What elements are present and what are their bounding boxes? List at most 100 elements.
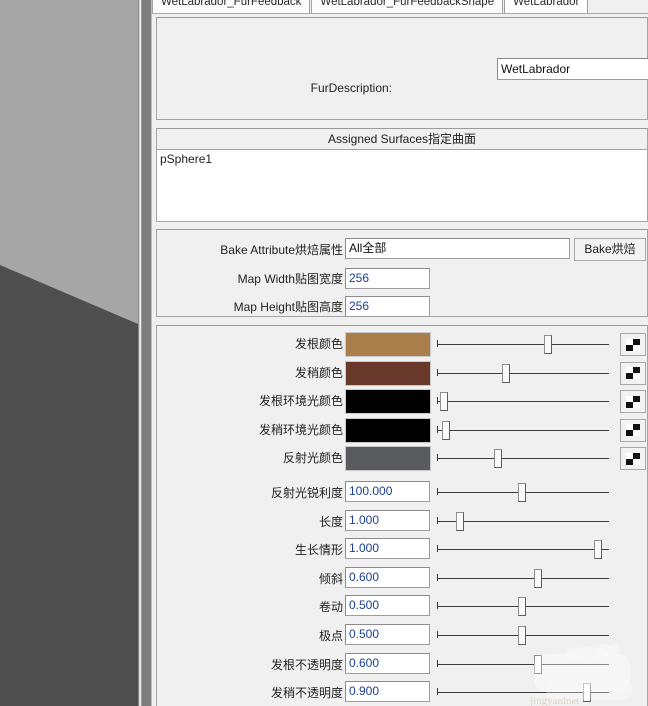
slider-track-cap <box>437 369 438 376</box>
slider-track <box>437 430 609 432</box>
tab-bar: WetLabrador_FurFeedbackWetLabrador_FurFe… <box>152 0 648 14</box>
checkerboard-map-icon <box>626 339 640 351</box>
slider[interactable] <box>437 419 609 443</box>
application-window: WetLabrador_FurFeedbackWetLabrador_FurFe… <box>0 0 648 706</box>
color-swatch[interactable] <box>345 418 431 443</box>
value-input[interactable]: 0.900 <box>345 681 430 702</box>
slider[interactable] <box>437 510 609 534</box>
value-input[interactable]: 100.000 <box>345 481 430 502</box>
value-row-label: 生长情形 <box>150 540 343 560</box>
slider-track-cap <box>437 688 438 695</box>
viewport-ground-plane <box>0 0 138 706</box>
slider-track-cap <box>437 631 438 638</box>
slider-track <box>437 664 609 666</box>
slider-handle[interactable] <box>518 626 526 645</box>
tab-0[interactable]: WetLabrador_FurFeedback <box>152 0 310 14</box>
slider-handle[interactable] <box>502 364 510 383</box>
slider-track-cap <box>437 545 438 552</box>
bake-button[interactable]: Bake烘焙 <box>574 238 646 261</box>
checkerboard-map-icon <box>626 396 640 408</box>
slider[interactable] <box>437 681 609 705</box>
checkerboard-map-icon <box>626 453 640 465</box>
slider-handle[interactable] <box>594 540 602 559</box>
slider-track <box>437 458 609 460</box>
slider-handle[interactable] <box>518 597 526 616</box>
fur-description-input[interactable] <box>497 58 648 80</box>
slider-track <box>437 549 609 551</box>
value-input[interactable]: 0.600 <box>345 567 430 588</box>
slider-handle[interactable] <box>456 512 464 531</box>
slider-track-cap <box>437 488 438 495</box>
tab-bar-underline <box>152 13 648 14</box>
map-button[interactable] <box>620 390 646 413</box>
tab-1[interactable]: WetLabrador_FurFeedbackShape <box>311 0 503 14</box>
map-width-input[interactable]: 256 <box>345 268 430 289</box>
value-row-label: 发稍不透明度 <box>150 683 343 703</box>
slider[interactable] <box>437 538 609 562</box>
map-button[interactable] <box>620 333 646 356</box>
map-height-label: Map Height贴图高度 <box>150 297 343 317</box>
slider[interactable] <box>437 390 609 414</box>
slider-handle[interactable] <box>518 483 526 502</box>
slider-handle[interactable] <box>440 392 448 411</box>
slider-track-cap <box>437 340 438 347</box>
value-input[interactable]: 1.000 <box>345 538 430 559</box>
checkerboard-map-icon <box>626 367 640 379</box>
slider-handle[interactable] <box>442 421 450 440</box>
color-swatch[interactable] <box>345 389 431 414</box>
bake-attribute-label: Bake Attribute烘焙属性 <box>150 240 343 260</box>
slider-handle[interactable] <box>494 449 502 468</box>
checkerboard-map-icon <box>626 424 640 436</box>
slider-track-cap <box>437 574 438 581</box>
color-row-label: 发根颜色 <box>150 334 343 354</box>
color-swatch[interactable] <box>345 446 431 471</box>
value-row-label: 发根不透明度 <box>150 655 343 675</box>
value-input[interactable]: 0.500 <box>345 624 430 645</box>
color-row-label: 发稍环境光颜色 <box>150 420 343 440</box>
map-width-label: Map Width贴图宽度 <box>150 269 343 289</box>
slider[interactable] <box>437 567 609 591</box>
assigned-surfaces-group: Assigned Surfaces指定曲面 pSphere1 <box>156 128 648 222</box>
value-input[interactable]: 0.600 <box>345 653 430 674</box>
slider[interactable] <box>437 481 609 505</box>
color-row-label: 发根环境光颜色 <box>150 391 343 411</box>
color-swatch[interactable] <box>345 361 431 386</box>
fur-description-label: FurDescription: <box>217 81 392 95</box>
value-row-label: 反射光锐利度 <box>150 483 343 503</box>
slider-track-cap <box>437 426 438 433</box>
slider-track-cap <box>437 660 438 667</box>
slider-track-cap <box>437 602 438 609</box>
value-row-label: 极点 <box>150 626 343 646</box>
slider-handle[interactable] <box>544 335 552 354</box>
slider-handle[interactable] <box>583 683 591 702</box>
map-button[interactable] <box>620 362 646 385</box>
map-button[interactable] <box>620 447 646 470</box>
value-input[interactable]: 0.500 <box>345 595 430 616</box>
slider[interactable] <box>437 362 609 386</box>
slider[interactable] <box>437 624 609 648</box>
slider-track <box>437 401 609 403</box>
value-row-label: 倾斜 <box>150 569 343 589</box>
slider[interactable] <box>437 653 609 677</box>
slider[interactable] <box>437 333 609 357</box>
slider[interactable] <box>437 595 609 619</box>
tab-2[interactable]: WetLabrador <box>504 0 588 14</box>
slider-handle[interactable] <box>534 569 542 588</box>
map-button[interactable] <box>620 419 646 442</box>
slider[interactable] <box>437 447 609 471</box>
list-item[interactable]: pSphere1 <box>157 150 647 166</box>
value-input[interactable]: 1.000 <box>345 510 430 531</box>
color-swatch[interactable] <box>345 332 431 357</box>
assigned-surfaces-header: Assigned Surfaces指定曲面 <box>157 129 647 150</box>
value-row-label: 长度 <box>150 512 343 532</box>
bake-attribute-value[interactable]: All全部 <box>345 238 570 259</box>
slider-track-cap <box>437 454 438 461</box>
slider-handle[interactable] <box>534 655 542 674</box>
viewport-3d[interactable] <box>0 0 138 706</box>
assigned-surfaces-list[interactable]: pSphere1 <box>157 150 647 221</box>
value-row-label: 卷动 <box>150 597 343 617</box>
map-height-input[interactable]: 256 <box>345 296 430 317</box>
color-row-label: 反射光颜色 <box>150 448 343 468</box>
slider-track <box>437 578 609 580</box>
slider-track <box>437 373 609 375</box>
